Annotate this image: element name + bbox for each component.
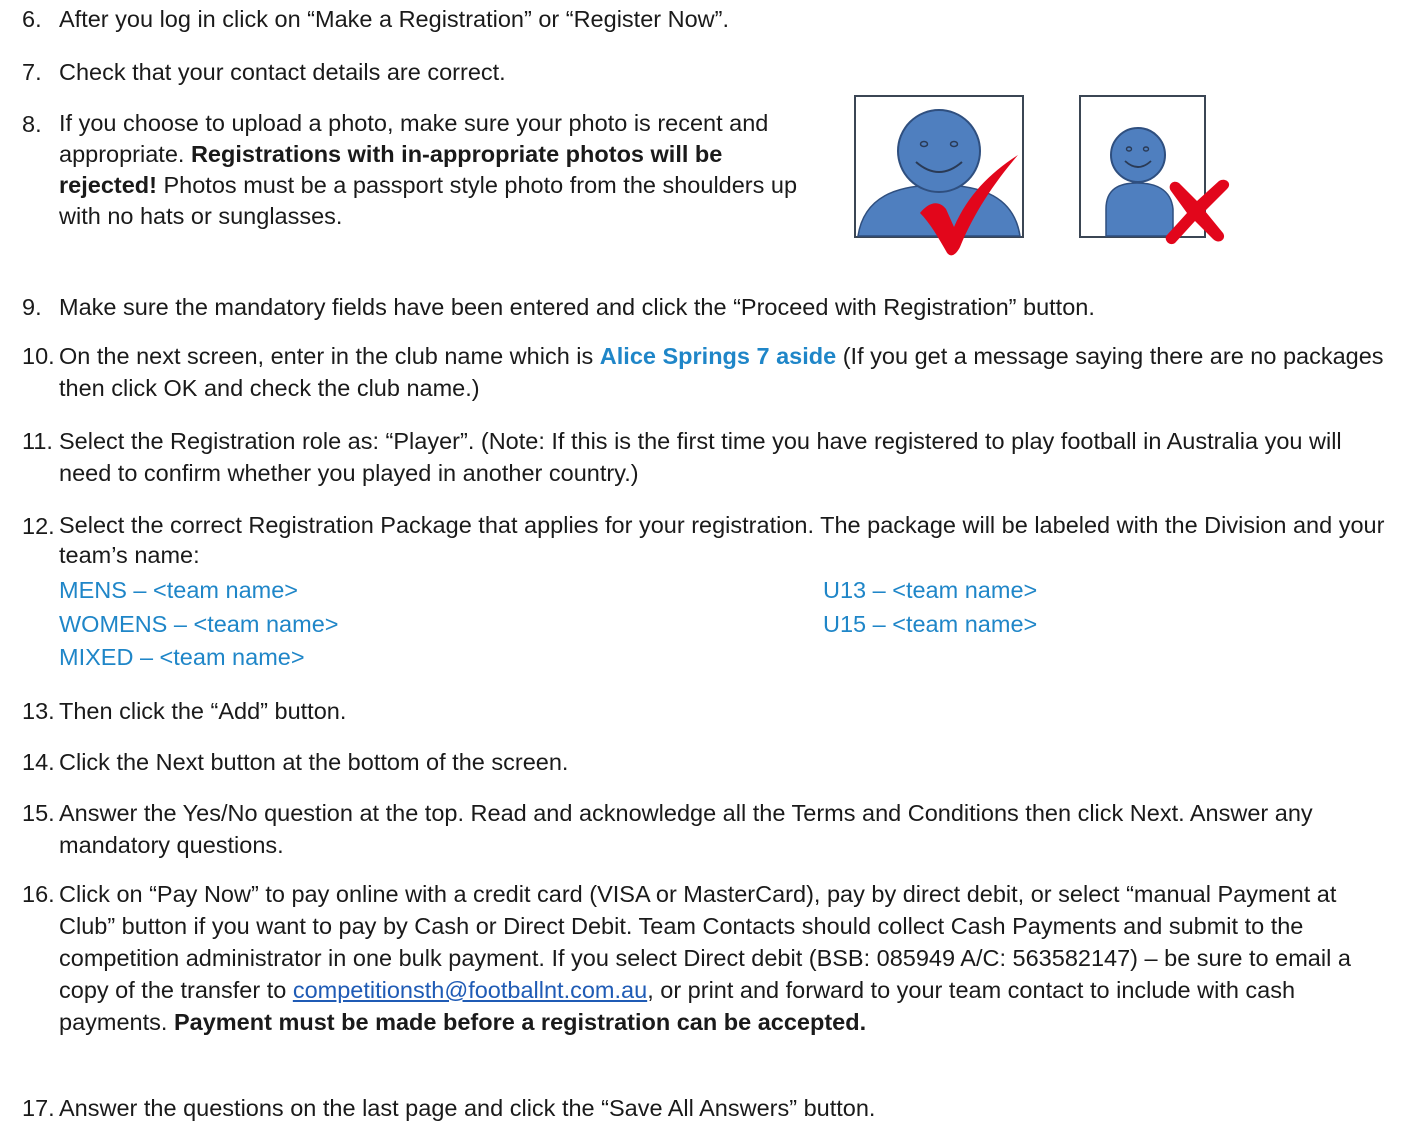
cross-mark-icon xyxy=(1165,179,1230,245)
package-mixed: MIXED – <team name> xyxy=(59,644,305,670)
step-number: 6. xyxy=(22,6,42,32)
step-text: Make sure the mandatory fields have been… xyxy=(59,294,1095,320)
bad-photo-example xyxy=(1079,95,1230,245)
step-text: Click the Next button at the bottom of t… xyxy=(59,749,569,775)
email-link[interactable]: competitionsth@footballnt.com.au xyxy=(293,977,647,1003)
payment-notice: Payment must be made before a registrati… xyxy=(173,1009,867,1035)
package-u15: U15 – <team name> xyxy=(823,611,1038,637)
package-mens: MENS – <team name> xyxy=(59,577,299,603)
step-number: 13. xyxy=(22,698,55,724)
step-number: 7. xyxy=(22,59,42,85)
package-u13: U13 – <team name> xyxy=(823,577,1038,603)
step-text: Answer the Yes/No question at the top. R… xyxy=(59,800,1313,858)
step-number: 12. xyxy=(22,513,55,539)
club-name: Alice Springs 7 aside xyxy=(599,343,837,369)
step-text: If you choose to upload a photo, make su… xyxy=(59,110,798,229)
step-text: Click on “Pay Now” to pay online with a … xyxy=(59,881,1351,1035)
step-number: 16. xyxy=(22,881,55,907)
step-number: 15. xyxy=(22,800,55,826)
step-text: Check that your contact details are corr… xyxy=(59,59,506,85)
step-text: Select the Registration role as: “Player… xyxy=(59,428,1342,486)
step-number: 14. xyxy=(22,749,55,775)
step-number: 10. xyxy=(22,343,55,369)
good-photo-example xyxy=(854,95,1024,256)
step-text: After you log in click on “Make a Regist… xyxy=(59,6,729,32)
package-womens: WOMENS – <team name> xyxy=(59,611,339,637)
step-text: On the next screen, enter in the club na… xyxy=(59,343,1384,401)
step-number: 11. xyxy=(22,428,53,454)
check-mark-icon xyxy=(920,155,1018,256)
step-number: 8. xyxy=(22,111,42,137)
step-number: 17. xyxy=(22,1095,55,1121)
step-text: Then click the “Add” button. xyxy=(59,698,347,724)
step-text: Answer the questions on the last page an… xyxy=(59,1095,876,1121)
step-number: 9. xyxy=(22,294,42,320)
step-text: Select the correct Registration Package … xyxy=(59,512,1385,568)
